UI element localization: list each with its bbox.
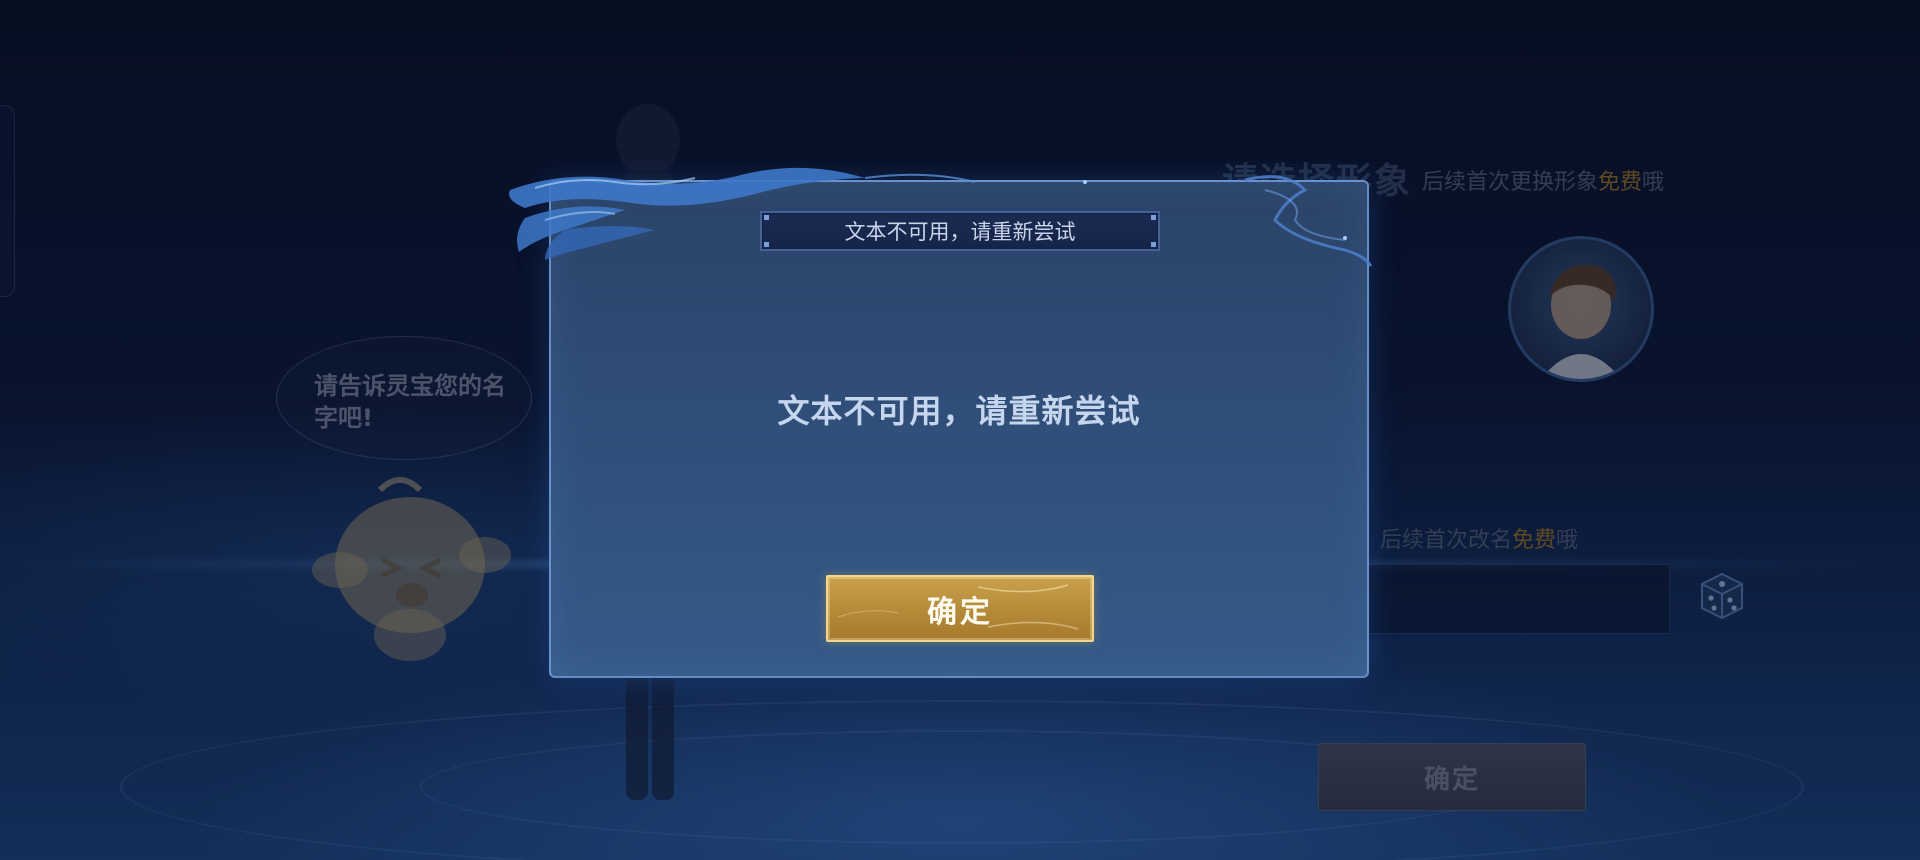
dialog-message: 文本不可用，请重新尝试 <box>777 392 1141 430</box>
title-bar-corner <box>1151 242 1156 247</box>
game-scene: 请告诉灵宝您的名字吧! 请选择形象 后续首次更换形象免费哦 后续首次改名免费哦 <box>0 0 1920 860</box>
confirm-button-label: 确定 <box>927 594 993 630</box>
confirm-button[interactable]: 确定 <box>826 575 1094 642</box>
dialog-title-bar: 文本不可用，请重新尝试 <box>760 211 1160 251</box>
title-bar-corner <box>1151 215 1156 220</box>
dialog-title: 文本不可用，请重新尝试 <box>844 220 1076 244</box>
title-bar-corner <box>764 242 769 247</box>
title-bar-corner <box>764 215 769 220</box>
